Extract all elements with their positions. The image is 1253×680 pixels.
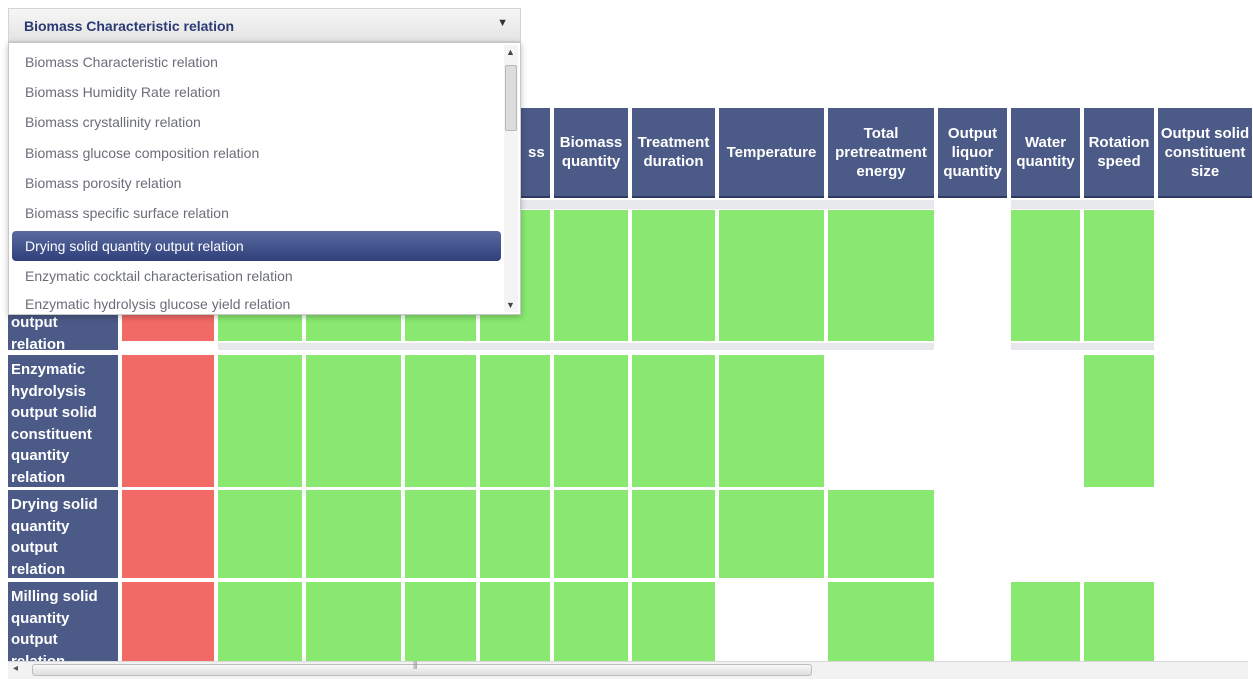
column-header-temperature[interactable]: Temperature xyxy=(719,108,824,198)
matrix-cell[interactable] xyxy=(122,490,214,578)
matrix-cell[interactable] xyxy=(554,210,628,341)
dropdown-option[interactable]: Biomass specific surface relation xyxy=(12,198,501,228)
matrix-cell[interactable] xyxy=(554,355,628,487)
chevron-down-icon: ▼ xyxy=(497,17,508,29)
row-label-text: Drying solid quantity output relation xyxy=(11,496,98,578)
matrix-cell[interactable] xyxy=(480,490,550,578)
matrix-cell[interactable] xyxy=(1084,355,1154,487)
column-header-label: Water quantity xyxy=(1016,134,1075,170)
matrix-cell[interactable] xyxy=(218,355,302,487)
dropdown-option[interactable]: Biomass porosity relation xyxy=(12,168,501,198)
row-label-text: Milling solid quantity output relation xyxy=(11,588,98,662)
dropdown-option[interactable]: Biomass crystallinity relation xyxy=(12,107,501,137)
matrix-cell[interactable] xyxy=(632,210,715,341)
relation-dropdown-list[interactable]: Biomass Characteristic relation Biomass … xyxy=(8,42,521,315)
header-separator xyxy=(1011,200,1154,209)
matrix-cell[interactable] xyxy=(1084,582,1154,662)
matrix-cell[interactable] xyxy=(719,490,824,578)
matrix-cell[interactable] xyxy=(1084,210,1154,341)
matrix-cell[interactable] xyxy=(828,490,934,578)
scroll-left-icon[interactable]: ◂ xyxy=(13,663,18,674)
column-header-label: Treatment duration xyxy=(637,134,710,170)
matrix-cell[interactable] xyxy=(218,582,302,662)
column-header-total-pretreatment-energy[interactable]: Total pretreatment energy xyxy=(828,108,934,198)
matrix-cell[interactable] xyxy=(1011,210,1080,341)
matrix-cell[interactable] xyxy=(719,210,824,341)
dropdown-option[interactable]: Enzymatic hydrolysis glucose yield relat… xyxy=(12,289,501,314)
matrix-cell[interactable] xyxy=(554,490,628,578)
dropdown-option-selected[interactable]: Drying solid quantity output relation xyxy=(12,231,501,261)
matrix-cell[interactable] xyxy=(554,582,628,662)
matrix-cell[interactable] xyxy=(719,355,824,487)
relation-select[interactable]: Biomass Characteristic relation ▼ xyxy=(8,8,521,42)
row-label-text: output relation xyxy=(11,314,66,350)
matrix-cell[interactable] xyxy=(218,490,302,578)
row-label-milling-solid[interactable]: Milling solid quantity output relation xyxy=(8,582,118,662)
column-header-rotation-speed[interactable]: Rotation speed xyxy=(1084,108,1154,198)
column-header-label: Rotation speed xyxy=(1088,134,1150,170)
scroll-down-icon[interactable]: ▼ xyxy=(506,300,515,310)
matrix-cell[interactable] xyxy=(632,355,715,487)
matrix-cell[interactable] xyxy=(828,582,934,662)
matrix-cell[interactable] xyxy=(828,210,934,341)
dropdown-option[interactable]: Biomass Humidity Rate relation xyxy=(12,77,501,107)
matrix-cell[interactable] xyxy=(306,490,401,578)
matrix-cell[interactable] xyxy=(632,582,715,662)
matrix-cell[interactable] xyxy=(632,490,715,578)
matrix-cell[interactable] xyxy=(122,355,214,487)
matrix-cell[interactable] xyxy=(405,490,476,578)
column-header-label: Output solid constituent size xyxy=(1160,124,1250,180)
column-header-output-solid-constituent-size[interactable]: Output solid constituent size xyxy=(1158,108,1252,198)
dropdown-option[interactable]: Enzymatic cocktail characterisation rela… xyxy=(12,261,501,291)
row-label-output-relation[interactable]: output relation xyxy=(8,312,118,350)
matrix-cell[interactable] xyxy=(480,582,550,662)
column-header-biomass-quantity[interactable]: Biomass quantity xyxy=(554,108,628,198)
matrix-cell[interactable] xyxy=(306,582,401,662)
dropdown-scrollbar[interactable]: ▲ ▼ xyxy=(504,45,518,312)
row-label-enzymatic-hydrolysis[interactable]: Enzymatic hydrolysis output solid consti… xyxy=(8,355,118,487)
column-header-treatment-duration[interactable]: Treatment duration xyxy=(632,108,715,198)
matrix-cell[interactable] xyxy=(405,355,476,487)
relation-select-value: Biomass Characteristic relation xyxy=(24,18,235,34)
column-header-label: Biomass quantity xyxy=(559,134,623,170)
column-header-label: Temperature xyxy=(726,143,817,161)
column-header-water-quantity[interactable]: Water quantity xyxy=(1011,108,1080,198)
column-header-label: Output liquor quantity xyxy=(943,124,1002,180)
matrix-cell[interactable] xyxy=(1011,582,1080,662)
column-header-label: ss xyxy=(528,143,545,161)
matrix-cell[interactable] xyxy=(480,355,550,487)
dropdown-option[interactable]: Biomass Characteristic relation xyxy=(12,47,501,77)
grip-icon: ⦀ xyxy=(413,661,418,672)
matrix-cell[interactable] xyxy=(122,582,214,662)
row-separator xyxy=(218,343,934,350)
row-label-text: Enzymatic hydrolysis output solid consti… xyxy=(11,361,97,486)
dropdown-scrollbar-thumb[interactable] xyxy=(505,65,517,131)
scrollbar-thumb[interactable]: ⦀ xyxy=(32,661,812,676)
matrix-cell[interactable] xyxy=(306,355,401,487)
row-label-drying-solid[interactable]: Drying solid quantity output relation xyxy=(8,490,118,578)
row-separator xyxy=(1011,343,1154,350)
horizontal-scrollbar[interactable]: ◂ ⦀ xyxy=(8,661,1248,679)
column-header-output-liquor-quantity[interactable]: Output liquor quantity xyxy=(938,108,1007,198)
scroll-up-icon[interactable]: ▲ xyxy=(506,47,515,57)
dropdown-option[interactable]: Biomass glucose composition relation xyxy=(12,138,501,168)
matrix-cell[interactable] xyxy=(405,582,476,662)
column-header-label: Total pretreatment energy xyxy=(835,124,927,180)
